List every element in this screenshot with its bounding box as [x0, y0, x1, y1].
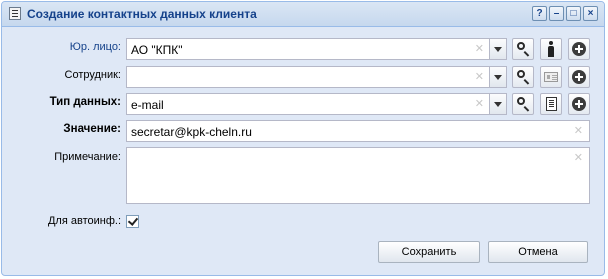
employee-label: Сотрудник:: [64, 69, 122, 81]
clear-icon[interactable]: ✕: [574, 125, 583, 137]
auto-inform-checkbox[interactable]: [126, 215, 139, 228]
clear-icon[interactable]: ✕: [475, 43, 484, 55]
dialog-title: Создание контактных данных клиента: [27, 7, 257, 21]
plus-circle-icon: [572, 42, 586, 56]
auto-inform-label: Для автоинф.:: [47, 215, 121, 227]
maximize-button[interactable]: □: [566, 6, 581, 21]
help-button[interactable]: ?: [532, 6, 547, 21]
add-employee-button[interactable]: [568, 66, 590, 88]
data-type-label: Тип данных:: [49, 96, 121, 108]
note-textarea[interactable]: ✕: [126, 147, 590, 204]
plus-circle-icon: [572, 97, 586, 111]
legal-entity-label[interactable]: Юр. лицо:: [9, 41, 121, 53]
magnifier-icon: [517, 97, 525, 105]
window-tools: ? – □ ×: [532, 6, 598, 21]
add-legal-entity-button[interactable]: [568, 38, 590, 60]
contact-card-button[interactable]: [540, 66, 562, 88]
search-legal-entity-button[interactable]: [512, 38, 534, 60]
employee-combo[interactable]: ✕: [126, 66, 507, 88]
search-data-type-button[interactable]: [512, 93, 534, 115]
person-button[interactable]: [540, 38, 562, 60]
search-employee-button[interactable]: [512, 66, 534, 88]
document-icon: [546, 97, 557, 111]
magnifier-icon: [517, 70, 525, 78]
form-body: Юр. лицо: АО "КПК" ✕ Сотрудник: ✕ Тип да…: [9, 32, 599, 269]
chevron-down-icon[interactable]: [489, 94, 506, 114]
clear-icon[interactable]: ✕: [574, 152, 583, 164]
add-data-type-button[interactable]: [568, 93, 590, 115]
magnifier-icon: [517, 42, 525, 50]
cancel-button[interactable]: Отмена: [488, 241, 588, 263]
legal-entity-combo[interactable]: АО "КПК" ✕: [126, 38, 507, 60]
form-icon: [9, 7, 21, 20]
close-button[interactable]: ×: [583, 6, 598, 21]
clear-icon[interactable]: ✕: [475, 71, 484, 83]
document-button[interactable]: [540, 93, 562, 115]
dialog-window: Создание контактных данных клиента ? – □…: [1, 1, 605, 276]
value-text: secretar@kpk-cheln.ru: [131, 125, 252, 139]
dialog-titlebar[interactable]: Создание контактных данных клиента ? – □…: [2, 2, 604, 27]
data-type-value: e-mail: [131, 98, 164, 112]
value-label: Значение:: [63, 123, 121, 135]
data-type-combo[interactable]: e-mail ✕: [126, 93, 507, 115]
chevron-down-icon[interactable]: [489, 39, 506, 59]
value-input[interactable]: secretar@kpk-cheln.ru ✕: [126, 120, 590, 142]
minimize-button[interactable]: –: [549, 6, 564, 21]
person-icon: [548, 41, 554, 57]
save-button[interactable]: Сохранить: [378, 241, 480, 263]
contact-card-icon: [544, 72, 558, 82]
plus-circle-icon: [572, 70, 586, 84]
note-label: Примечание:: [54, 151, 121, 163]
chevron-down-icon[interactable]: [489, 67, 506, 87]
legal-entity-value: АО "КПК": [131, 43, 183, 57]
clear-icon[interactable]: ✕: [475, 98, 484, 110]
